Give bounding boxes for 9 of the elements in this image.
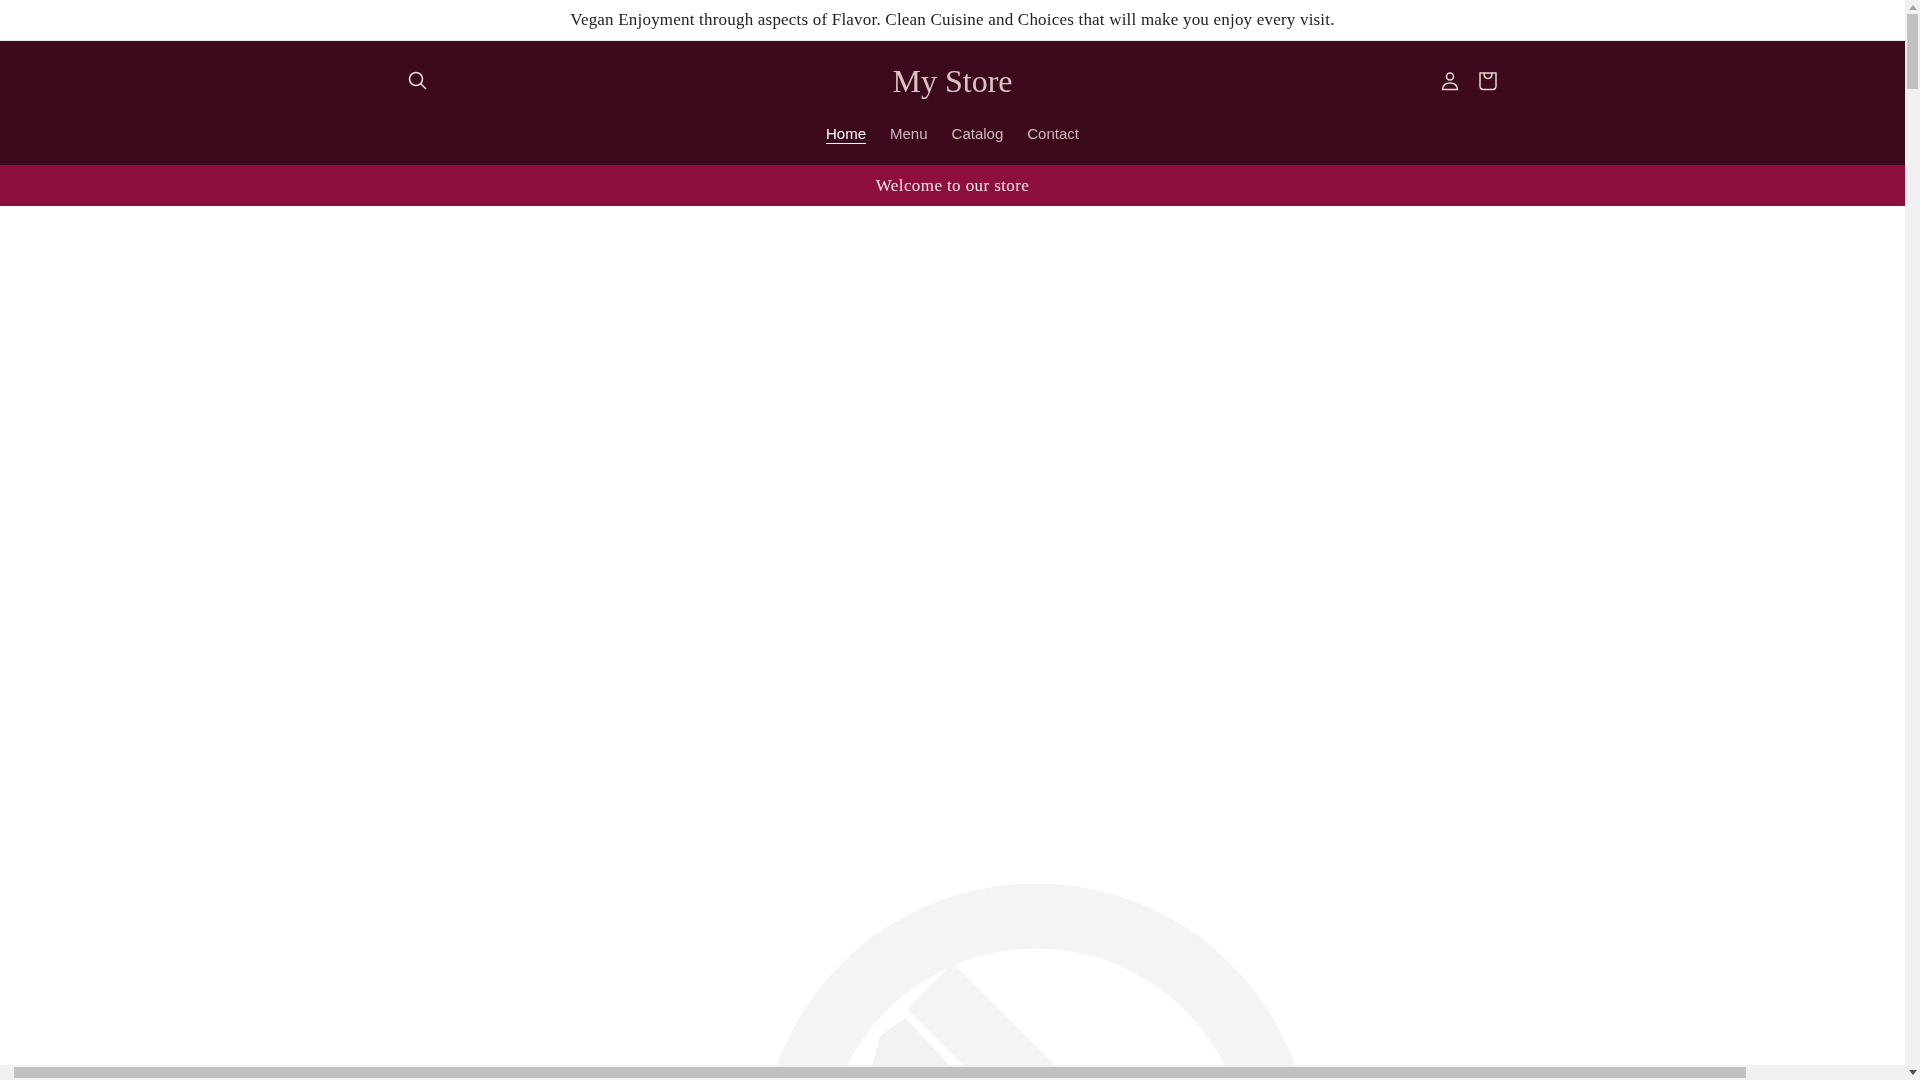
horizontal-scrollbar[interactable] — [0, 1065, 1905, 1080]
nav-link[interactable]: Catalog — [951, 121, 1004, 146]
vertical-scrollbar[interactable] — [1905, 0, 1920, 1080]
announcement-text: Vegan Enjoyment through aspects of Flavor. Clean Cuisine and Choices that will make you enjoy every visit. — [570, 10, 1335, 30]
welcome-text: Welcome to our store — [875, 175, 1030, 196]
store-logo[interactable]: My Store — [892, 62, 1013, 100]
nav-link[interactable]: Home — [826, 121, 867, 146]
nav-link[interactable]: Contact — [1027, 121, 1079, 146]
nav-link[interactable]: Menu — [890, 121, 928, 146]
